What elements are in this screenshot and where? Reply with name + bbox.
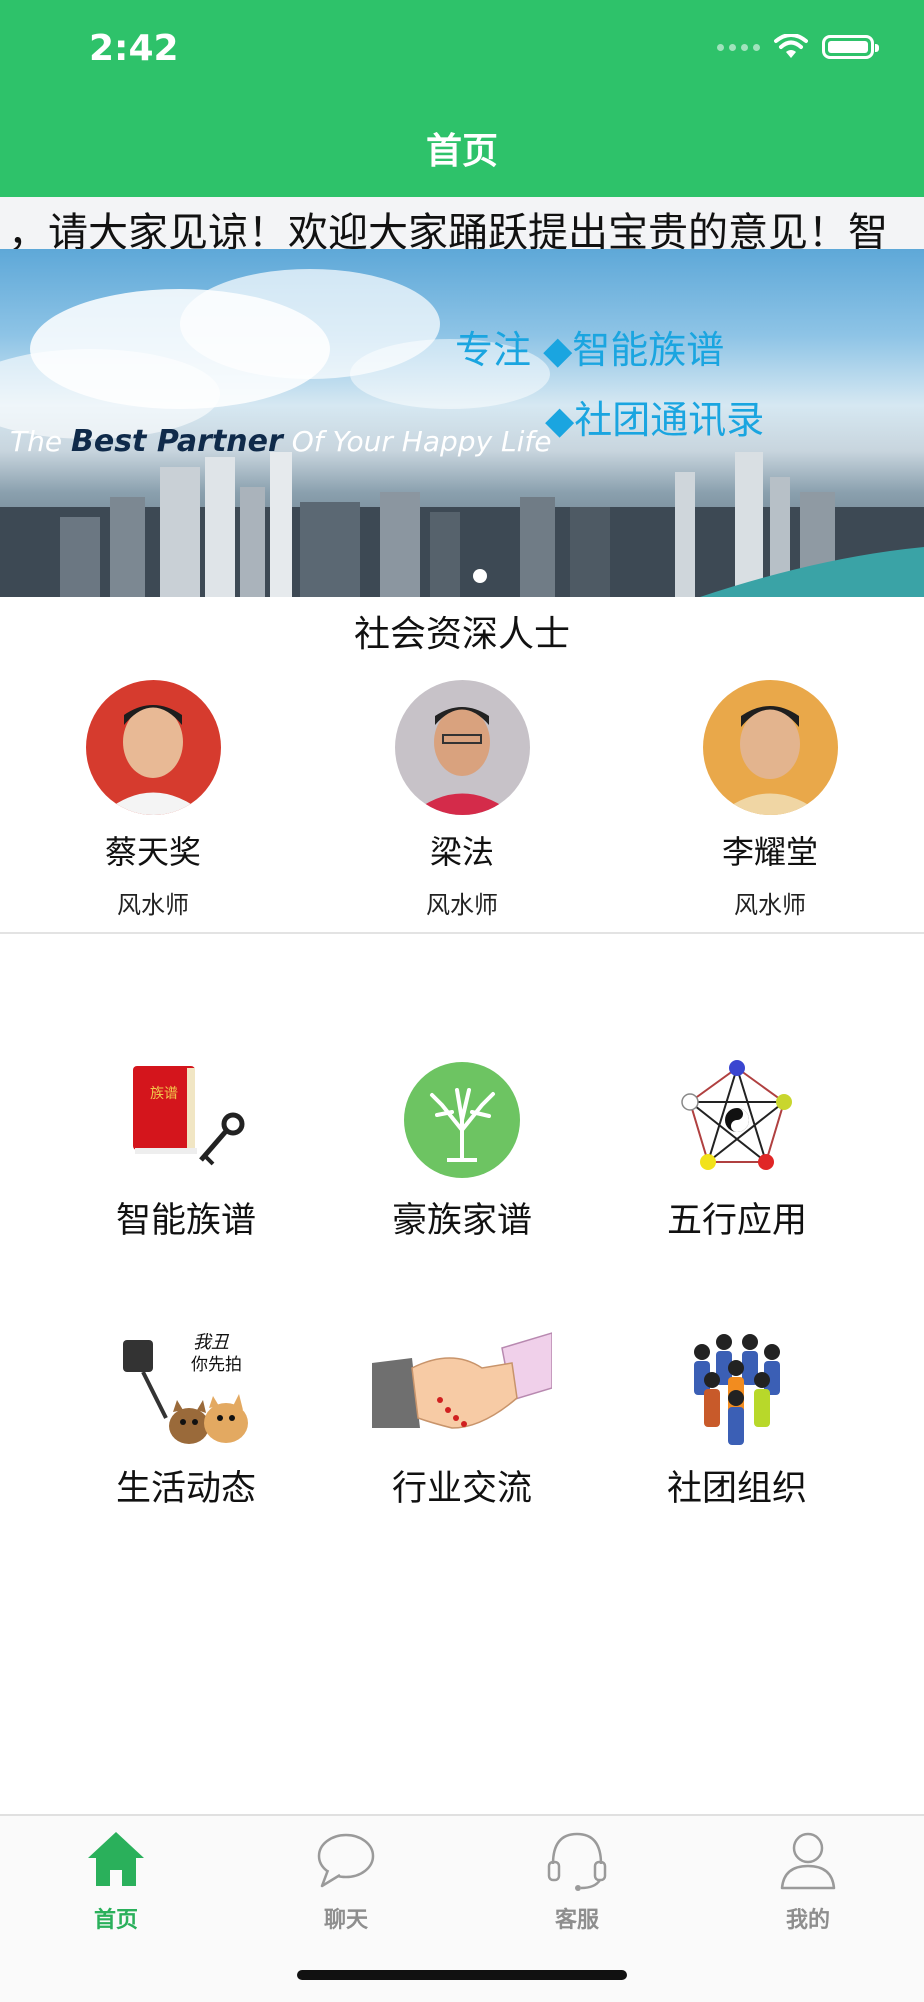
expert-title: 风水师 [734, 891, 806, 919]
svg-text:我丑: 我丑 [193, 1332, 230, 1353]
expert-avatar [85, 680, 221, 815]
feature-label: 社团组织 [666, 1469, 807, 1509]
feature-label: 五行应用 [666, 1201, 807, 1241]
feature-noble-family-tree[interactable]: 豪族家谱 [342, 1060, 582, 1243]
home-icon [88, 1832, 144, 1886]
expert-card[interactable]: 梁法 风水师 [362, 680, 562, 920]
expert-name: 李耀堂 [721, 833, 818, 871]
selfie-cats-icon: 我丑 你先拍 [121, 1328, 251, 1448]
city-skyline-image [0, 452, 924, 597]
signal-icon [717, 43, 760, 51]
expert-avatar [394, 680, 530, 815]
handshake-icon [372, 1328, 553, 1448]
group-people-icon [672, 1328, 802, 1448]
feature-label: 豪族家谱 [391, 1201, 532, 1241]
carousel-page-dot[interactable] [473, 569, 487, 583]
feature-smart-genealogy[interactable]: 族谱 智能族谱 [66, 1060, 306, 1243]
banner-carousel[interactable]: 专注 ◆智能族谱 ◆社团通讯录 The Best Partner Of Your… [0, 249, 924, 597]
feature-label: 智能族谱 [115, 1201, 256, 1241]
tab-label: 客服 [554, 1908, 599, 1933]
status-icons [717, 34, 879, 60]
feature-life-updates[interactable]: 我丑 你先拍 生活动态 [66, 1328, 306, 1511]
tab-profile[interactable]: 我的 [728, 1828, 888, 1934]
experts-section-title: 社会资深人士 [353, 614, 570, 655]
tree-icon [397, 1060, 527, 1180]
wifi-icon [774, 34, 808, 58]
genealogy-book-key-icon: 族谱 [121, 1060, 251, 1180]
tab-chat[interactable]: 聊天 [266, 1828, 426, 1934]
expert-title: 风水师 [117, 891, 189, 919]
tab-label: 聊天 [323, 1908, 368, 1933]
expert-card[interactable]: 蔡天奖 风水师 [53, 680, 253, 920]
user-icon [780, 1832, 836, 1890]
tab-home[interactable]: 首页 [36, 1828, 196, 1934]
banner-headline-1: 专注 ◆智能族谱 [455, 328, 725, 372]
feature-label: 生活动态 [115, 1469, 256, 1509]
tab-label: 我的 [785, 1908, 830, 1933]
expert-name: 梁法 [429, 833, 494, 871]
feature-industry-exchange[interactable]: 行业交流 [342, 1328, 582, 1511]
notice-marquee[interactable]: ，请大家见谅！欢迎大家踊跃提出宝贵的意见！智 [0, 197, 924, 249]
svg-text:你先拍: 你先拍 [191, 1355, 242, 1375]
page-title: 首页 [425, 131, 498, 172]
battery-icon [822, 35, 879, 59]
headset-icon [547, 1832, 607, 1891]
banner-headline-2: ◆社团通讯录 [545, 398, 765, 442]
feature-five-elements[interactable]: 五行应用 [617, 1060, 857, 1243]
feature-organizations[interactable]: 社团组织 [617, 1328, 857, 1511]
expert-avatar [702, 680, 838, 815]
section-divider [0, 932, 924, 934]
svg-text:族谱: 族谱 [150, 1086, 178, 1102]
tab-customer-service[interactable]: 客服 [497, 1828, 657, 1934]
tab-label: 首页 [93, 1908, 138, 1933]
expert-name: 蔡天奖 [104, 833, 201, 871]
home-indicator[interactable] [297, 1970, 627, 1980]
status-time: 2:42 [89, 28, 179, 69]
notice-text: ，请大家见谅！欢迎大家踊跃提出宝贵的意见！智 [8, 210, 888, 249]
five-elements-icon [672, 1060, 802, 1180]
feature-label: 行业交流 [391, 1469, 532, 1509]
expert-card[interactable]: 李耀堂 风水师 [670, 680, 870, 920]
header: 2:42 首页 [0, 0, 924, 197]
chat-bubble-icon [317, 1833, 375, 1888]
expert-title: 风水师 [426, 891, 498, 919]
